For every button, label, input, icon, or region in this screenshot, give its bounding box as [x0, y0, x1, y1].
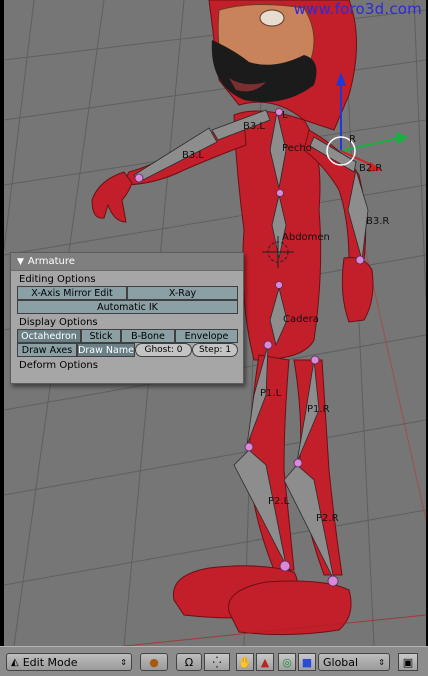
- edit-mode-icon: ◭: [11, 656, 19, 668]
- translate-manipulator-button[interactable]: ▲: [256, 653, 274, 671]
- step-number-field[interactable]: Step: 1: [192, 343, 238, 357]
- bone-label-p1l: P1.L: [260, 388, 282, 399]
- rotate-manipulator-button[interactable]: ◎: [278, 653, 296, 671]
- orientation-label: Global: [323, 655, 359, 669]
- draw-name-button[interactable]: Draw Name: [77, 343, 135, 357]
- bone-label-p2l: P2.L: [268, 496, 290, 507]
- deform-options-label: Deform Options: [19, 360, 98, 371]
- bone-label-b3l: B3.L: [182, 150, 204, 161]
- bone-label-cadera: Cadera: [283, 314, 319, 325]
- solid-shading-icon: ●: [149, 655, 159, 669]
- armature-panel: ▼ Armature Editing Options X-Axis Mirror…: [10, 252, 244, 384]
- mode-selector[interactable]: ◭ Edit Mode ⇕: [6, 653, 132, 671]
- armature-panel-header[interactable]: ▼ Armature: [11, 253, 243, 271]
- pivot-icon: Ω: [184, 655, 194, 669]
- updown-arrows-icon: ⇕: [378, 657, 385, 667]
- bone-label-pecho: Pecho: [282, 143, 312, 154]
- automatic-ik-button[interactable]: Automatic IK: [17, 300, 238, 314]
- updown-arrows-icon: ⇕: [120, 657, 127, 667]
- snap-toggle[interactable]: ⁛: [204, 653, 230, 671]
- draw-axes-button[interactable]: Draw Axes: [17, 343, 77, 357]
- bone-label-l: L: [282, 110, 288, 121]
- envelope-button[interactable]: Envelope: [175, 329, 238, 343]
- display-options-label: Display Options: [19, 317, 98, 328]
- stick-button[interactable]: Stick: [81, 329, 121, 343]
- hand-manipulator-button[interactable]: ✋: [236, 653, 254, 671]
- bone-label-b3l-upper: B3.L: [243, 121, 265, 132]
- hand-icon: ✋: [238, 655, 252, 669]
- draw-type-menu[interactable]: ●: [140, 653, 168, 671]
- bone-label-b2r: B2.R: [359, 163, 383, 174]
- 3d-viewport[interactable]: www.foro3d.com B3.L B3.L L Pecho R B2.R …: [4, 0, 426, 646]
- orientation-selector[interactable]: Global ⇕: [318, 653, 390, 671]
- bone-label-abdomen: Abdomen: [282, 232, 330, 243]
- scale-manipulator-button[interactable]: ■: [298, 653, 316, 671]
- 3d-view-header: ◭ Edit Mode ⇕ ● Ω ⁛ ✋ ▲ ◎ ■ Global ⇕ ▣: [0, 646, 428, 676]
- xray-button[interactable]: X-Ray: [127, 286, 238, 300]
- mode-label: Edit Mode: [22, 655, 78, 669]
- armature-panel-title: Armature: [27, 256, 75, 267]
- bone-label-p1r: P1.R: [307, 404, 330, 415]
- snap-icon: ⁛: [212, 655, 222, 669]
- octahedron-button[interactable]: Octahedron: [17, 329, 81, 343]
- pivot-menu[interactable]: Ω: [176, 653, 202, 671]
- rotate-ring-icon: ◎: [282, 655, 292, 669]
- watermark-text: www.foro3d.com: [293, 0, 422, 18]
- bone-label-p2r: P2.R: [316, 513, 339, 524]
- bbone-button[interactable]: B-Bone: [121, 329, 175, 343]
- bone-label-r: R: [349, 134, 356, 145]
- bone-label-b3r: B3.R: [366, 216, 390, 227]
- render-icon: ▣: [402, 655, 414, 669]
- square-icon: ■: [301, 655, 313, 669]
- xaxis-mirror-edit-button[interactable]: X-Axis Mirror Edit: [17, 286, 127, 300]
- ghost-number-field[interactable]: Ghost: 0: [135, 343, 192, 357]
- editing-options-label: Editing Options: [19, 274, 96, 285]
- render-view-button[interactable]: ▣: [398, 653, 418, 671]
- collapse-triangle-icon[interactable]: ▼: [17, 257, 24, 267]
- triangle-icon: ▲: [260, 655, 270, 669]
